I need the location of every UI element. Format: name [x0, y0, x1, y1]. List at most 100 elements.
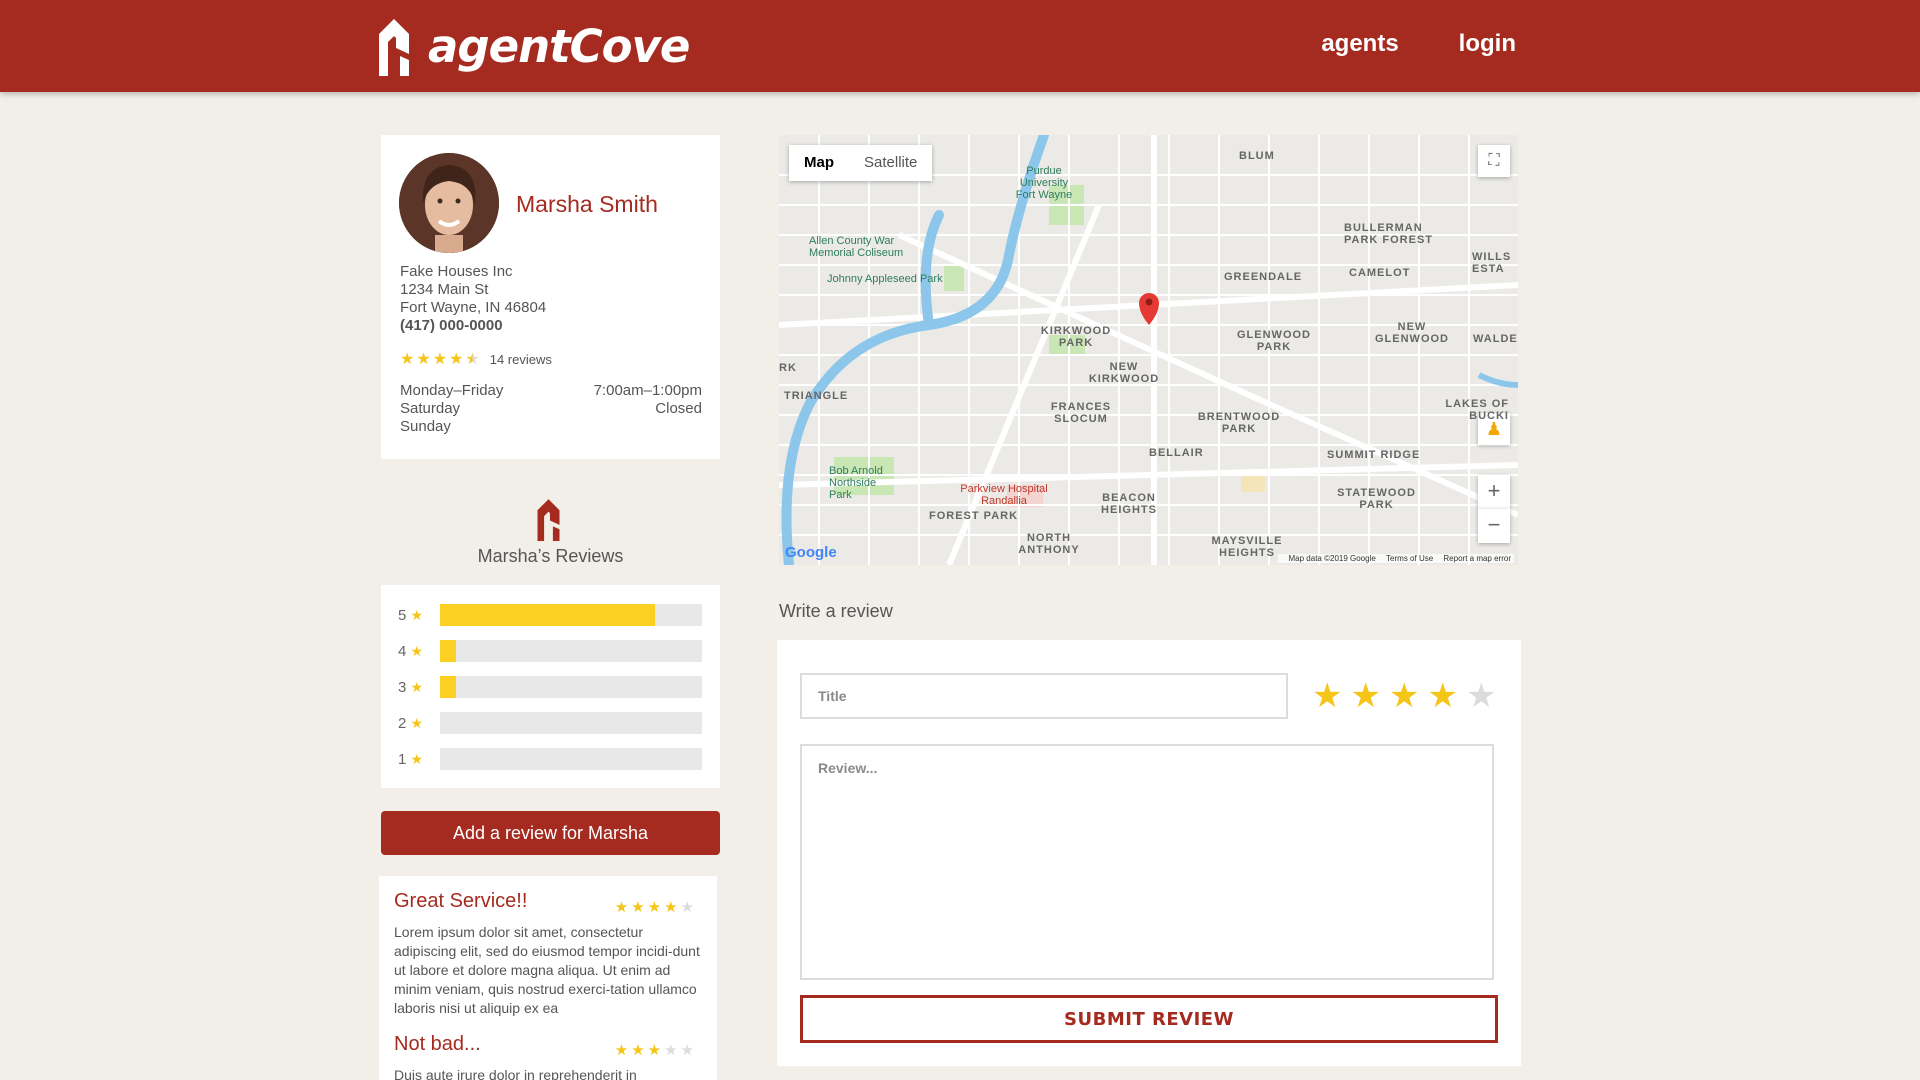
- submit-review-button[interactable]: SUBMIT REVIEW: [800, 995, 1498, 1043]
- map-label: NEW GLENWOOD: [1375, 321, 1449, 345]
- top-navbar: agentCove agents login: [0, 0, 1920, 92]
- fullscreen-icon[interactable]: ⛶: [1478, 145, 1510, 177]
- star-icon[interactable]: ★: [1389, 676, 1419, 716]
- histogram-track: [440, 604, 702, 626]
- map-label: FOREST PARK: [929, 510, 1019, 522]
- star-icon: ★: [410, 606, 424, 623]
- map-label: TRIANGLE: [784, 390, 849, 402]
- star-icon: ★: [647, 1042, 662, 1059]
- histogram-row-2[interactable]: 2 ★: [398, 712, 706, 734]
- histogram-row-3[interactable]: 3 ★: [398, 676, 706, 698]
- star-icon: ★: [664, 1042, 678, 1059]
- review-title-input[interactable]: [800, 673, 1288, 719]
- map-type-map-button[interactable]: Map: [789, 145, 849, 181]
- main-nav: agents login: [1321, 30, 1516, 58]
- rating-histogram: 5 ★ 4 ★ 3 ★ 2 ★ 1 ★: [381, 585, 720, 788]
- half-star-icon: ★: [465, 351, 480, 368]
- star-icon[interactable]: ★: [1466, 676, 1496, 716]
- star-icon: ★: [664, 899, 678, 916]
- star-icon: ★: [410, 642, 424, 659]
- review-stars: ★ ★ ★ ★ ★: [612, 1041, 694, 1060]
- rating-input[interactable]: ★ ★ ★ ★ ★: [1312, 676, 1496, 716]
- map-label: BULLERMAN PARK FOREST: [1344, 222, 1434, 246]
- google-logo[interactable]: Google: [785, 544, 837, 561]
- histogram-track: [440, 748, 702, 770]
- review-item: Great Service!! ★ ★ ★ ★ ★ Lorem ipsum dolor …: [394, 890, 704, 1018]
- map-label: CAMELOT: [1349, 267, 1411, 279]
- hours-row: Saturday Closed: [400, 400, 702, 418]
- histogram-row-5[interactable]: 5 ★: [398, 604, 706, 626]
- star-icon: ★: [432, 351, 448, 368]
- report-map-error-link[interactable]: Report a map error: [1443, 554, 1511, 563]
- map-label: WILLS ESTA: [1472, 251, 1512, 275]
- reviews-count[interactable]: 14 reviews: [490, 352, 552, 367]
- office-hours: Monday–Friday 7:00am–1:00pm Saturday Clo…: [400, 382, 702, 436]
- review-body: Lorem ipsum dolor sit amet, consectetur …: [394, 924, 700, 1016]
- map-label: STATEWOOD PARK: [1337, 487, 1416, 511]
- map-label: WALDE: [1473, 333, 1518, 345]
- map-attribution: Map data ©2019 Google Terms of Use Repor…: [1277, 554, 1514, 563]
- map-label: KIRKWOOD PARK: [1040, 325, 1112, 349]
- star-icon: ★: [410, 714, 424, 731]
- map-label: NEW KIRKWOOD: [1088, 361, 1160, 385]
- phone-number[interactable]: (417) 000-0000: [400, 317, 546, 335]
- terms-of-use-link[interactable]: Terms of Use: [1386, 554, 1433, 563]
- agent-name: Marsha Smith: [516, 191, 658, 217]
- star-icon: ★: [680, 899, 694, 916]
- review-textarea[interactable]: [800, 744, 1494, 980]
- star-icon: ★: [647, 899, 662, 916]
- map-label: Allen County War Memorial Coliseum: [809, 235, 904, 259]
- agentcove-logo-icon: [535, 497, 562, 546]
- hours-day: Saturday: [400, 400, 461, 417]
- hours-row: Sunday: [400, 418, 702, 436]
- avatar: [399, 153, 499, 253]
- nav-login-link[interactable]: login: [1459, 30, 1516, 58]
- star-icon: ★: [410, 678, 424, 695]
- star-icon: ★: [416, 351, 431, 368]
- star-icon: ★: [614, 899, 629, 916]
- zoom-in-button[interactable]: +: [1478, 475, 1510, 509]
- hours-time: 7:00am–1:00pm: [593, 382, 702, 399]
- map-label: BRENTWOOD PARK: [1197, 411, 1281, 435]
- agent-address: Fake Houses Inc 1234 Main St Fort Wayne,…: [400, 263, 546, 335]
- map-label: FRANCES SLOCUM: [1050, 401, 1112, 425]
- city-state-zip: Fort Wayne, IN 46804: [400, 299, 547, 316]
- histogram-label: 5: [398, 606, 407, 624]
- map-data-text: Map data ©2019 Google: [1288, 554, 1376, 563]
- histogram-label: 2: [398, 714, 407, 732]
- histogram-label: 1: [398, 750, 407, 768]
- hours-row: Monday–Friday 7:00am–1:00pm: [400, 382, 702, 400]
- histogram-label: 3: [398, 678, 407, 696]
- hours-day: Monday–Friday: [400, 382, 504, 399]
- star-icon: ★: [680, 1042, 694, 1059]
- map-label: Johnny Appleseed Park: [827, 273, 943, 285]
- brand-name: agentCove: [428, 19, 690, 73]
- map-type-satellite-button[interactable]: Satellite: [849, 145, 932, 181]
- star-icon: ★: [614, 1042, 629, 1059]
- map-label: BLUM: [1239, 150, 1275, 162]
- reviews-heading: Marsha’s Reviews: [477, 546, 624, 566]
- histogram-bar: [440, 676, 456, 698]
- map-label: SUMMIT RIDGE: [1327, 449, 1421, 461]
- map-label: RK: [779, 362, 797, 374]
- histogram-bar: [440, 604, 655, 626]
- location-map[interactable]: Map Satellite ⛶ ♟ + − BLUM Purdue Univer…: [779, 135, 1518, 565]
- brand-logo[interactable]: agentCove: [376, 16, 690, 76]
- agentcove-logo-icon: [379, 19, 409, 76]
- star-icon[interactable]: ★: [1350, 676, 1380, 716]
- star-icon: ★: [631, 899, 645, 916]
- street-address: 1234 Main St: [400, 281, 489, 298]
- star-icon[interactable]: ★: [1427, 676, 1457, 716]
- map-label: GREENDALE: [1224, 271, 1303, 283]
- star-icon[interactable]: ★: [1312, 676, 1342, 716]
- histogram-row-1[interactable]: 1 ★: [398, 748, 706, 770]
- histogram-row-4[interactable]: 4 ★: [398, 640, 706, 662]
- zoom-out-button[interactable]: −: [1478, 509, 1510, 543]
- histogram-bar: [440, 640, 456, 662]
- agent-profile-card: Marsha Smith Fake Houses Inc 1234 Main S…: [381, 135, 720, 459]
- add-review-button[interactable]: Add a review for Marsha: [381, 811, 720, 855]
- rating-stars: ★ ★ ★ ★ ★: [400, 349, 482, 369]
- review-list: Great Service!! ★ ★ ★ ★ ★ Lorem ipsum dolor …: [379, 876, 717, 1080]
- nav-agents-link[interactable]: agents: [1321, 30, 1398, 58]
- hours-time: Closed: [655, 400, 702, 417]
